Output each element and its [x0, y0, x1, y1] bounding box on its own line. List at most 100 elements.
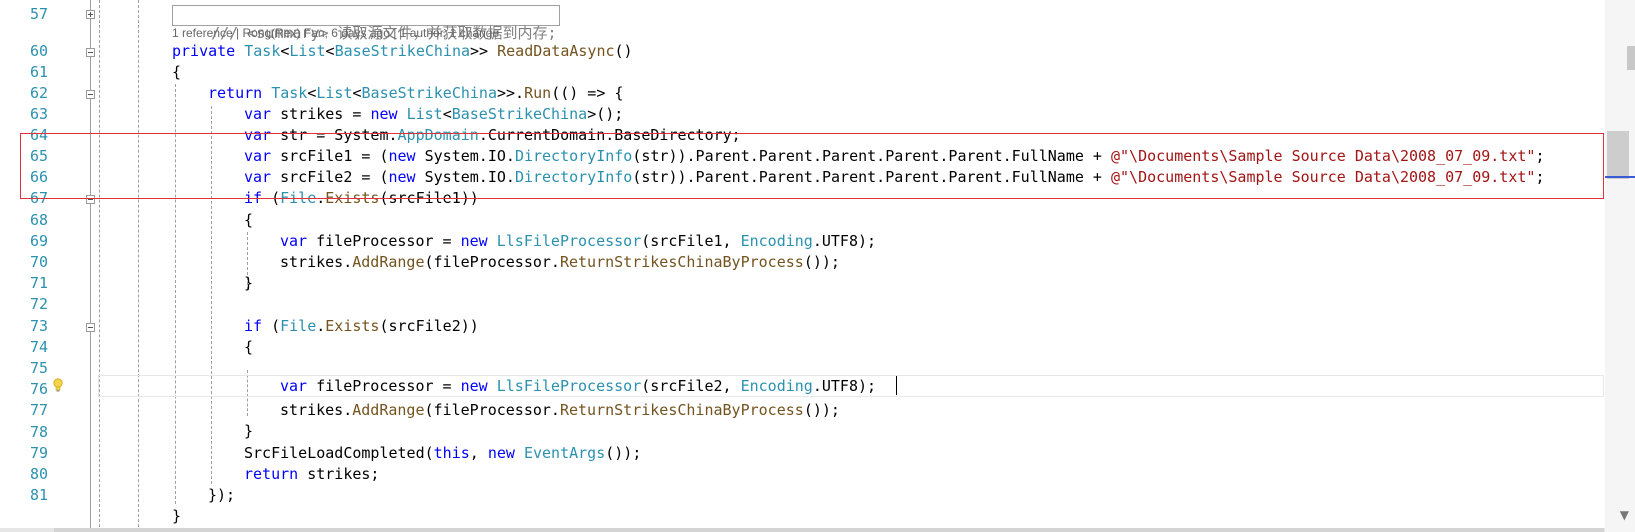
code-token: if: [244, 317, 263, 335]
code-token: {: [244, 211, 254, 229]
codelens-info[interactable]: 1 reference | Rong(Rex) Fan, 6 days ago …: [172, 26, 499, 40]
code-line-77[interactable]: }: [244, 420, 253, 442]
code-line-80[interactable]: });: [208, 484, 235, 506]
scroll-marker: [1627, 46, 1635, 70]
collapse-region-icon[interactable]: [86, 48, 95, 57]
code-token: this: [433, 444, 470, 462]
code-line-68[interactable]: {: [244, 209, 253, 231]
code-token: AddRange: [352, 253, 425, 271]
code-token: strikes =: [280, 105, 371, 123]
code-token: private: [172, 42, 236, 60]
code-token: (): [614, 42, 633, 60]
line-number: 68: [29, 211, 48, 229]
code-line-69[interactable]: var fileProcessor = new LlsFileProcessor…: [280, 230, 876, 252]
code-line-79[interactable]: return strikes;: [244, 463, 379, 485]
code-token: (srcFile2,: [641, 377, 741, 395]
scroll-down-icon[interactable]: ▼: [1620, 508, 1629, 522]
code-token: List: [289, 42, 326, 60]
line-number: 70: [29, 253, 48, 271]
line-number: 74: [29, 338, 48, 356]
code-line-60[interactable]: private Task<List<BaseStrikeChina>> Read…: [172, 40, 633, 62]
lightbulb-icon[interactable]: [53, 378, 63, 392]
code-token: }: [244, 274, 254, 292]
code-token: new: [370, 105, 398, 123]
code-line-81[interactable]: }: [172, 505, 181, 527]
code-line-61[interactable]: {: [172, 61, 181, 83]
line-number: 72: [29, 295, 48, 313]
code-token: BaseStrikeChina: [334, 42, 471, 60]
code-token: Run: [524, 84, 552, 102]
code-token: Encoding: [740, 377, 813, 395]
expand-region-icon[interactable]: [86, 10, 95, 19]
code-token: fileProcessor =: [316, 377, 461, 395]
vertical-scrollbar[interactable]: ▼: [1605, 0, 1635, 532]
code-token: ());: [803, 401, 840, 419]
code-token: var: [280, 232, 308, 250]
line-number: 78: [29, 423, 48, 441]
code-token: {: [244, 338, 254, 356]
code-line-78[interactable]: SrcFileLoadCompleted(this, new EventArgs…: [244, 442, 641, 464]
outline-margin-line: [90, 0, 91, 532]
indent-guide: [138, 0, 139, 532]
code-token: }: [244, 422, 254, 440]
code-token: new: [460, 377, 488, 395]
code-token: strikes.: [280, 253, 353, 271]
code-token: (fileProcessor.: [424, 401, 560, 419]
code-token: }: [172, 507, 182, 525]
line-number: 79: [29, 444, 48, 462]
code-token: ReturnStrikesChinaByProcess: [559, 253, 804, 271]
code-line-74[interactable]: {: [244, 336, 253, 358]
code-line-73[interactable]: if (File.Exists(srcFile2)): [244, 315, 479, 337]
code-token: new: [487, 444, 515, 462]
line-number: 77: [29, 401, 48, 419]
code-token: (() => {: [551, 84, 624, 102]
code-token: AddRange: [352, 401, 425, 419]
collapse-region-icon[interactable]: [86, 90, 95, 99]
code-token: LlsFileProcessor: [496, 232, 642, 250]
line-number: 76: [29, 380, 48, 398]
code-token: });: [208, 486, 236, 504]
scrollbar-thumb[interactable]: [54, 528, 1604, 532]
line-number: 63: [29, 105, 48, 123]
code-line-76[interactable]: strikes.AddRange(fileProcessor.ReturnStr…: [280, 399, 840, 421]
code-token: EventArgs: [523, 444, 606, 462]
code-token: BaseStrikeChina: [451, 105, 588, 123]
code-token: return: [244, 465, 299, 483]
code-token: ());: [803, 253, 840, 271]
code-editor[interactable]: 57 60 61 62 63 64 65 66 67 68 69 70 71 7…: [0, 0, 1635, 532]
code-token: strikes.: [280, 401, 353, 419]
line-number: 60: [29, 42, 48, 60]
code-token: return: [208, 84, 263, 102]
line-number: 62: [29, 84, 48, 102]
code-token: (srcFile1,: [641, 232, 741, 250]
collapsed-comment[interactable]: /// <summary> 读取源文件，并获取数据到内存;: [172, 5, 560, 42]
code-line-63[interactable]: var strikes = new List<BaseStrikeChina>(…: [244, 103, 623, 125]
highlight-box: [20, 133, 1604, 199]
indent-guide: [99, 0, 100, 532]
line-number: 81: [29, 486, 48, 504]
code-token: Encoding: [740, 232, 813, 250]
code-token: var: [280, 377, 308, 395]
code-token: strikes;: [307, 465, 380, 483]
code-line-62[interactable]: return Task<List<BaseStrikeChina>>.Run((…: [208, 82, 623, 104]
code-token: .UTF8);: [812, 377, 877, 395]
code-token: Task: [244, 42, 281, 60]
code-token: ());: [605, 444, 642, 462]
horizontal-scrollbar[interactable]: [0, 528, 1605, 532]
line-number: 71: [29, 274, 48, 292]
code-token: ();: [596, 105, 624, 123]
code-token: ReturnStrikesChinaByProcess: [559, 401, 804, 419]
line-number: 61: [29, 63, 48, 81]
code-line-75[interactable]: var fileProcessor = new LlsFileProcessor…: [280, 375, 876, 397]
scrollbar-thumb[interactable]: [1607, 131, 1629, 179]
collapse-region-icon[interactable]: [86, 323, 95, 332]
line-number: 69: [29, 232, 48, 250]
code-line-71[interactable]: }: [244, 272, 253, 294]
code-token: ,: [469, 444, 488, 462]
code-token: ReadDataAsync: [497, 42, 615, 60]
code-token: new: [460, 232, 488, 250]
code-line-70[interactable]: strikes.AddRange(fileProcessor.ReturnStr…: [280, 251, 840, 273]
code-token: .: [316, 317, 326, 335]
line-number: 57: [29, 5, 48, 23]
code-token: Exists: [325, 317, 380, 335]
